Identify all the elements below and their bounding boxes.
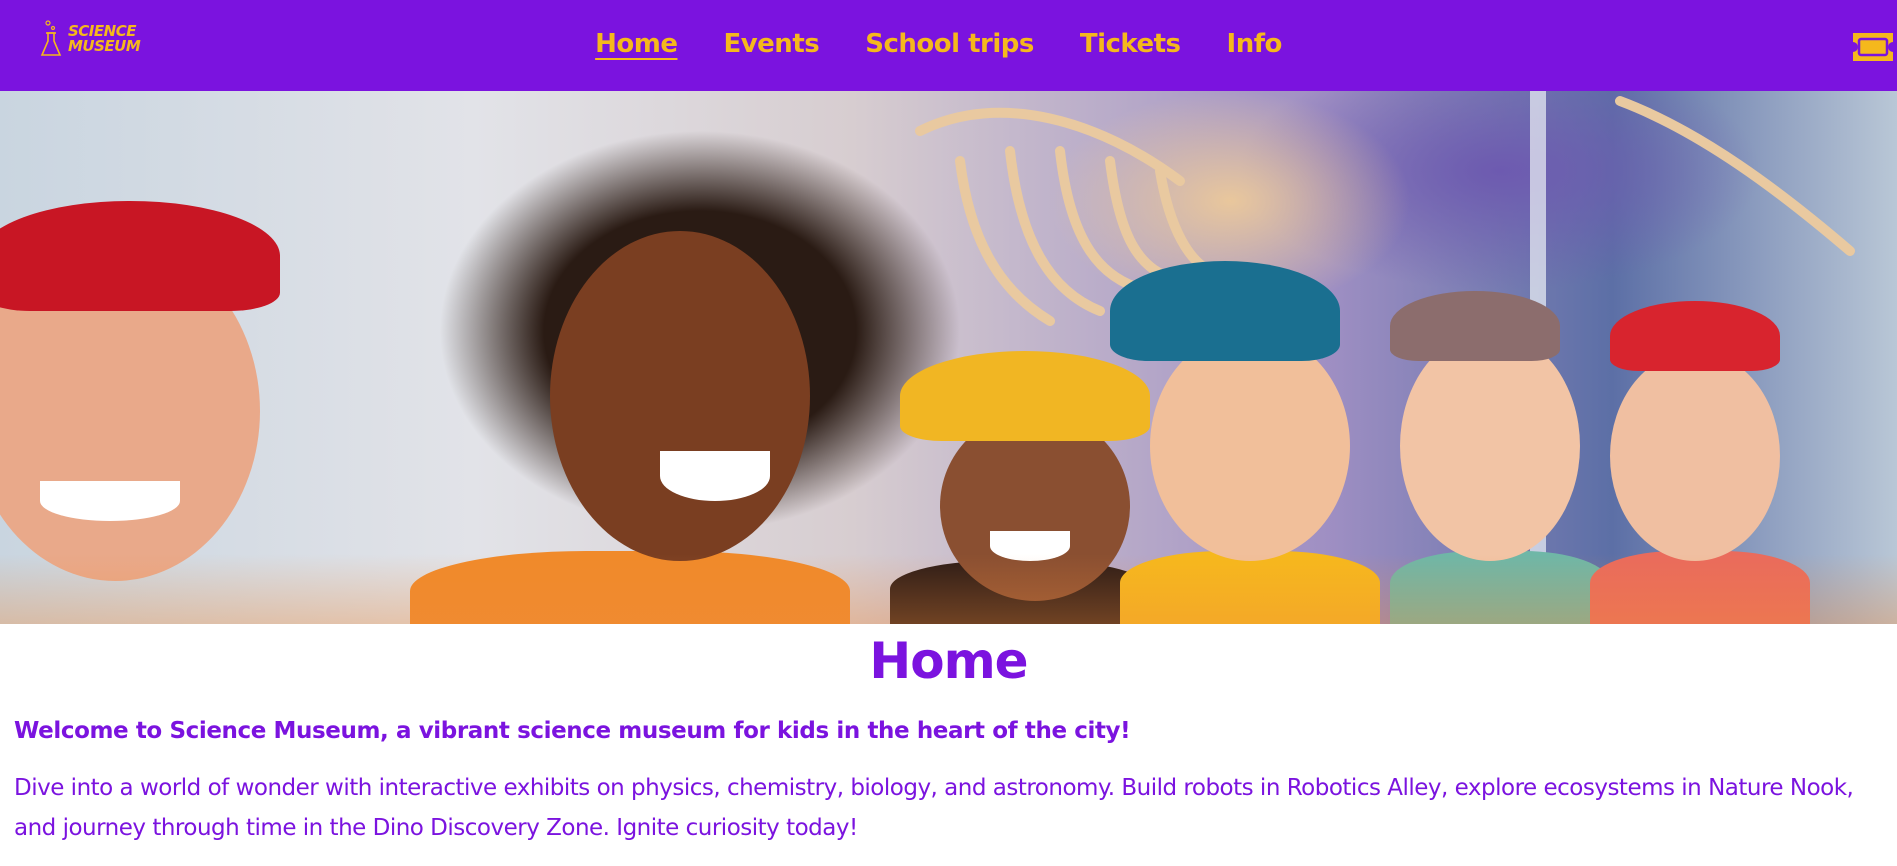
hero-bottom-tint [0, 554, 1897, 624]
page-title: Home [869, 632, 1028, 690]
ticket-button[interactable] [1849, 30, 1897, 64]
nav-school-trips[interactable]: School trips [865, 29, 1034, 63]
child-afro [390, 91, 930, 624]
main-nav: Home Events School trips Tickets Info [0, 0, 1897, 91]
welcome-heading: Welcome to Science Museum, a vibrant sci… [14, 718, 1131, 744]
nav-tickets[interactable]: Tickets [1080, 29, 1181, 63]
description-paragraph: Dive into a world of wonder with interac… [14, 775, 1854, 841]
ticket-icon [1853, 33, 1893, 61]
nav-home[interactable]: Home [595, 29, 678, 63]
hero-image [0, 91, 1897, 624]
nav-events[interactable]: Events [723, 29, 819, 63]
top-navigation-bar: SCIENCE MUSEUM Home Events School trips … [0, 0, 1897, 91]
nav-info[interactable]: Info [1227, 29, 1283, 63]
